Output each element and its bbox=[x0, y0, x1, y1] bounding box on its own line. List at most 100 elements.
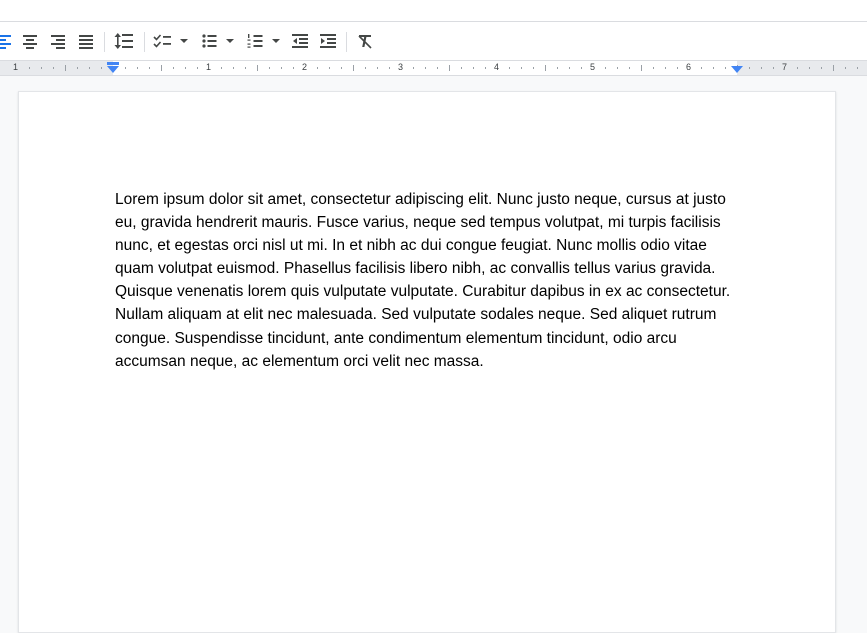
clear-formatting-icon bbox=[358, 35, 372, 49]
ruler-tick bbox=[629, 67, 630, 69]
ruler-number: 3 bbox=[398, 62, 404, 72]
ruler-tick bbox=[509, 67, 510, 69]
ruler-tick bbox=[317, 67, 318, 69]
document-page[interactable]: Lorem ipsum dolor sit amet, consectetur … bbox=[18, 91, 836, 633]
ruler-tick bbox=[65, 65, 66, 71]
ruler-tick bbox=[377, 67, 378, 69]
ruler-tick bbox=[233, 67, 234, 69]
ruler-tick bbox=[857, 67, 858, 69]
toolbar-divider bbox=[104, 32, 105, 52]
line-spacing-button[interactable] bbox=[113, 29, 135, 53]
toolbar-divider bbox=[346, 32, 347, 52]
ruler-tick bbox=[149, 67, 150, 69]
ruler-tick bbox=[665, 67, 666, 69]
ruler-tick bbox=[569, 67, 570, 69]
ruler-tick bbox=[413, 67, 414, 69]
ruler-tick bbox=[641, 65, 642, 71]
align-center-button[interactable] bbox=[20, 29, 40, 53]
ruler-tick bbox=[545, 65, 546, 71]
clear-formatting-button[interactable] bbox=[355, 29, 375, 53]
ruler-number: 4 bbox=[494, 62, 500, 72]
ruler-tick bbox=[101, 67, 102, 69]
ruler-tick bbox=[449, 65, 450, 71]
checklist-button[interactable] bbox=[152, 29, 192, 53]
ruler-tick bbox=[605, 67, 606, 69]
checklist-icon bbox=[153, 34, 188, 48]
ruler-number: 1 bbox=[206, 62, 212, 72]
ruler-tick bbox=[29, 67, 30, 69]
ruler-tick bbox=[329, 67, 330, 69]
ruler-tick bbox=[125, 67, 126, 69]
bulleted-list-icon bbox=[202, 34, 234, 48]
ruler-tick bbox=[53, 67, 54, 69]
increase-indent-button[interactable] bbox=[318, 29, 338, 53]
ruler-tick bbox=[821, 67, 822, 69]
ruler-number: 2 bbox=[302, 62, 308, 72]
ruler-number: 1 bbox=[13, 62, 19, 72]
ruler-tick bbox=[161, 65, 162, 71]
ruler-number: 6 bbox=[686, 62, 692, 72]
line-spacing-icon bbox=[114, 33, 133, 49]
ruler-tick bbox=[809, 67, 810, 69]
ruler-tick bbox=[281, 67, 282, 69]
ruler-tick bbox=[269, 67, 270, 69]
increase-indent-icon bbox=[320, 34, 336, 48]
horizontal-ruler[interactable]: 1 1 2 3 4 5 6 7 bbox=[0, 61, 867, 76]
toolbar-divider bbox=[144, 32, 145, 52]
ruler-tick bbox=[773, 67, 774, 69]
ruler-tick bbox=[341, 67, 342, 69]
ruler-tick bbox=[725, 67, 726, 69]
align-justify-button[interactable] bbox=[76, 29, 96, 53]
ruler-tick bbox=[677, 67, 678, 69]
ruler-tick bbox=[41, 67, 42, 69]
ruler-number: 5 bbox=[590, 62, 596, 72]
ruler-tick bbox=[581, 67, 582, 69]
ruler-tick bbox=[77, 67, 78, 69]
align-right-icon bbox=[51, 35, 65, 49]
ruler-tick bbox=[845, 67, 846, 69]
align-justify-icon bbox=[79, 35, 93, 49]
document-body-text[interactable]: Lorem ipsum dolor sit amet, consectetur … bbox=[115, 188, 743, 373]
ruler-tick bbox=[617, 67, 618, 69]
ruler-tick bbox=[797, 67, 798, 69]
ruler-tick bbox=[749, 67, 750, 69]
ruler-tick bbox=[389, 67, 390, 69]
ruler-tick bbox=[353, 65, 354, 71]
ruler-tick bbox=[245, 67, 246, 69]
formatting-toolbar bbox=[0, 22, 867, 61]
ruler-tick bbox=[257, 65, 258, 71]
ruler-tick bbox=[557, 67, 558, 69]
ruler-tick bbox=[485, 67, 486, 69]
align-right-button[interactable] bbox=[48, 29, 68, 53]
decrease-indent-button[interactable] bbox=[290, 29, 310, 53]
ruler-tick bbox=[461, 67, 462, 69]
numbered-list-icon bbox=[247, 34, 280, 48]
bulleted-list-button[interactable] bbox=[199, 29, 239, 53]
ruler-tick bbox=[473, 67, 474, 69]
ruler-tick bbox=[197, 67, 198, 69]
ruler-tick bbox=[173, 67, 174, 69]
ruler-tick bbox=[761, 67, 762, 69]
ruler-tick bbox=[293, 67, 294, 69]
ruler-tick bbox=[137, 67, 138, 69]
ruler-tick bbox=[89, 67, 90, 69]
ruler-tick bbox=[701, 67, 702, 69]
ruler-number: 7 bbox=[782, 62, 788, 72]
numbered-list-button[interactable] bbox=[245, 29, 285, 53]
ruler-tick bbox=[521, 67, 522, 69]
decrease-indent-icon bbox=[292, 34, 308, 48]
right-indent-marker[interactable] bbox=[730, 65, 744, 74]
ruler-tick bbox=[365, 67, 366, 69]
left-indent-marker[interactable] bbox=[106, 62, 120, 74]
ruler-tick bbox=[713, 67, 714, 69]
ruler-tick bbox=[221, 67, 222, 69]
ruler-tick bbox=[533, 67, 534, 69]
ruler-tick bbox=[833, 65, 834, 71]
align-center-icon bbox=[23, 35, 37, 49]
menu-bar-area bbox=[0, 0, 867, 22]
ruler-tick bbox=[185, 67, 186, 69]
align-left-button[interactable] bbox=[0, 29, 14, 53]
ruler-tick bbox=[437, 67, 438, 69]
ruler-tick bbox=[653, 67, 654, 69]
ruler-tick bbox=[425, 67, 426, 69]
